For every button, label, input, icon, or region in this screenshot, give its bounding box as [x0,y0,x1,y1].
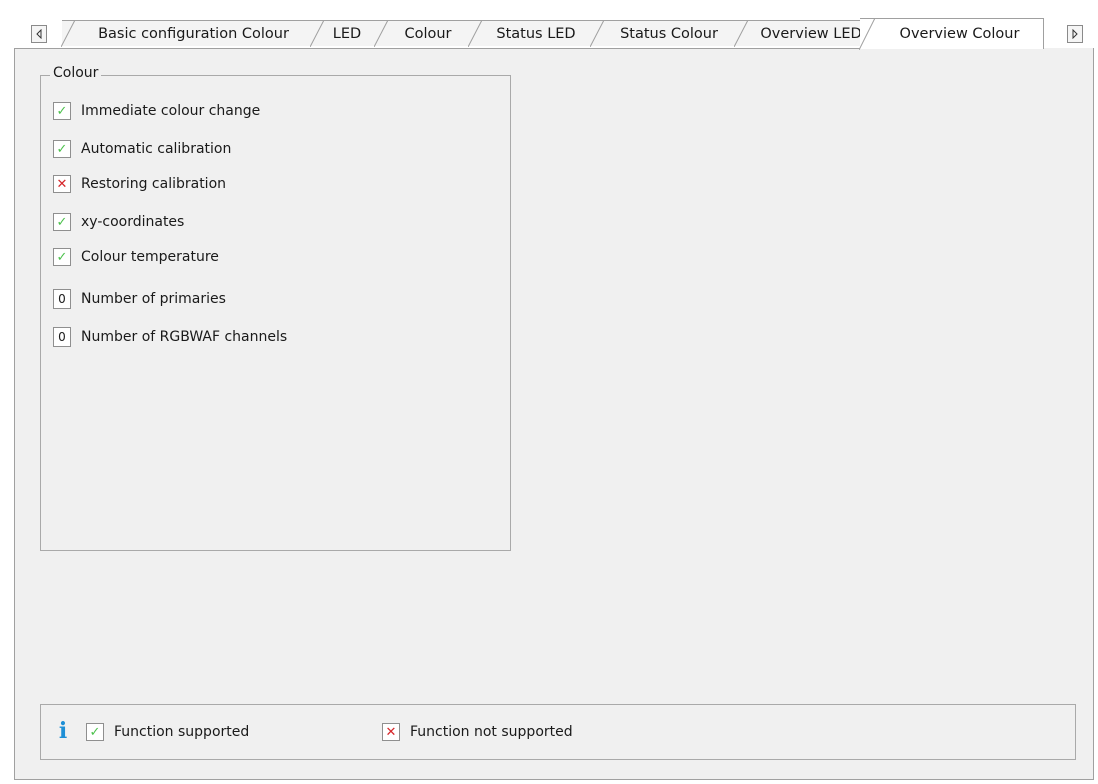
tab-edge-icon [310,20,324,47]
feature-row-colour-temperature: ✓ Colour temperature [53,246,219,268]
feature-row-number-of-rgbwaf-channels: 0 Number of RGBWAF channels [53,326,287,348]
feature-label: Number of RGBWAF channels [81,329,288,345]
tab-edge-icon [468,20,482,47]
cross-icon: ✕ [382,723,400,741]
check-icon: ✓ [86,723,104,741]
tab-edge-icon [61,20,75,47]
legend-supported: ✓ Function supported [86,721,249,743]
triangle-right-icon [1072,29,1078,39]
tab-label: Status LED [496,25,576,42]
tab-label: Basic configuration Colour [98,25,289,42]
tab-overview-colour[interactable]: Overview Colour [859,18,1044,50]
check-icon: ✓ [53,102,71,120]
count-field: 0 [53,327,71,347]
tab-strip: Basic configuration Colour LED Colour St… [0,0,1098,50]
tab-status-colour[interactable]: Status Colour [590,20,735,47]
tab-edge-icon [590,20,604,47]
feature-row-restoring-calibration: ✕ Restoring calibration [53,173,226,195]
tab-status-led[interactable]: Status LED [468,20,591,47]
check-icon: ✓ [53,248,71,266]
tab-edge-icon [734,20,748,47]
cross-icon: ✕ [53,175,71,193]
tab-edge-icon [374,20,388,47]
groupbox-title: Colour [50,65,102,81]
feature-row-number-of-primaries: 0 Number of primaries [53,288,226,310]
count-field: 0 [53,289,71,309]
feature-row-automatic-calibration: ✓ Automatic calibration [53,138,231,160]
feature-label: Colour temperature [81,249,219,265]
tab-label: Overview Colour [899,26,1020,42]
tab-colour[interactable]: Colour [374,20,469,47]
tab-led[interactable]: LED [310,20,375,47]
tab-edge-icon [859,18,875,50]
triangle-left-icon [36,29,42,39]
tab-scroll-left-button[interactable] [31,25,47,43]
feature-label: xy-coordinates [81,214,185,230]
tab-scroll-right-button[interactable] [1067,25,1083,43]
feature-label: Restoring calibration [81,176,227,192]
check-icon: ✓ [53,140,71,158]
info-icon: i [58,718,68,744]
tab-divider [14,48,860,49]
legend-supported-label: Function supported [114,724,250,740]
feature-row-immediate-colour-change: ✓ Immediate colour change [53,100,260,122]
tab-label: Colour [404,25,452,42]
tab-basic-configuration-colour[interactable]: Basic configuration Colour [61,20,311,47]
tab-overview-led[interactable]: Overview LED [734,20,875,47]
feature-label: Automatic calibration [81,141,232,157]
tab-label: Overview LED [760,25,862,42]
feature-row-xy-coordinates: ✓ xy-coordinates [53,211,184,233]
legend-not-supported: ✕ Function not supported [382,721,573,743]
feature-label: Immediate colour change [81,103,261,119]
tab-label: LED [332,25,362,42]
check-icon: ✓ [53,213,71,231]
tab-label: Status Colour [620,25,718,42]
legend-not-supported-label: Function not supported [410,724,573,740]
feature-label: Number of primaries [81,291,226,307]
